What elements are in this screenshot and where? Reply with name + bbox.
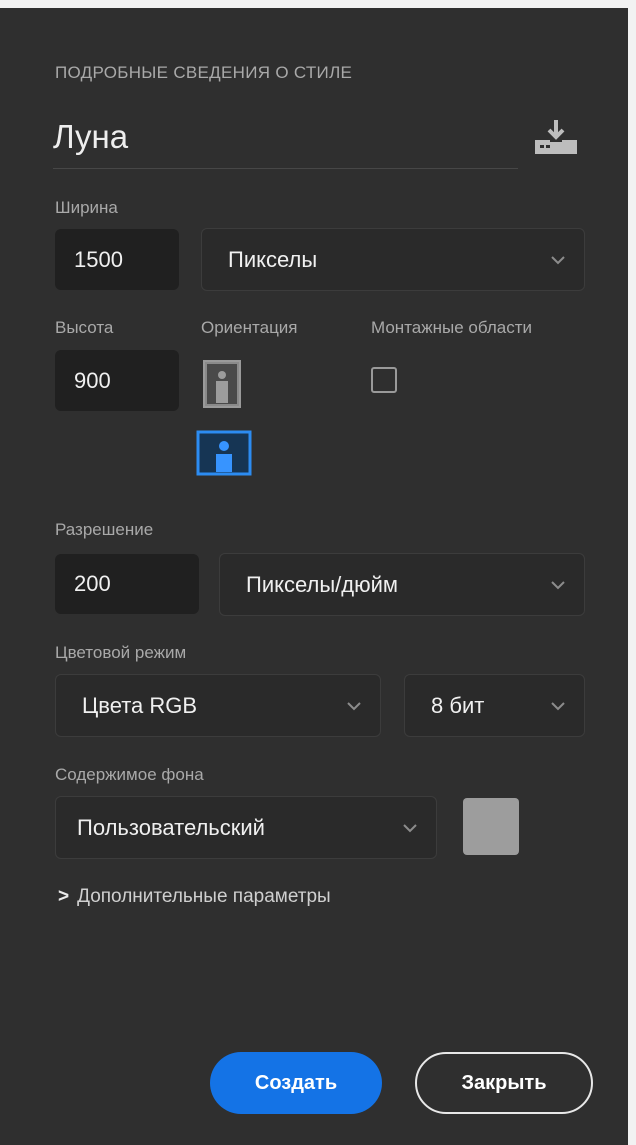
artboards-label: Монтажные области (371, 318, 532, 337)
color-mode-select[interactable]: Цвета RGB (55, 674, 381, 737)
chevron-down-icon (551, 255, 565, 264)
resolution-unit-select[interactable]: Пикселы/дюйм (219, 553, 585, 616)
chevron-down-icon (403, 823, 417, 832)
artboards-checkbox[interactable] (371, 367, 397, 393)
save-preset-icon[interactable] (532, 118, 580, 156)
advanced-options-toggle[interactable]: > Дополнительные параметры (58, 886, 331, 908)
width-label: Ширина (55, 198, 118, 217)
orientation-label: Ориентация (201, 318, 298, 337)
create-button[interactable]: Создать (210, 1052, 382, 1114)
bit-depth-select[interactable]: 8 бит (404, 674, 585, 737)
background-contents-select[interactable]: Пользовательский (55, 796, 437, 859)
landscape-icon[interactable] (196, 430, 252, 476)
chevron-right-icon: > (58, 886, 70, 907)
background-contents-value: Пользовательский (77, 814, 265, 840)
resolution-input[interactable]: 200 (55, 554, 199, 614)
width-unit-select[interactable]: Пикселы (201, 228, 585, 291)
document-name-underline (53, 168, 518, 169)
resolution-label: Разрешение (55, 520, 154, 539)
chevron-down-icon (347, 701, 361, 710)
background-color-swatch[interactable] (463, 798, 519, 855)
top-edge (0, 0, 628, 8)
advanced-options-label: Дополнительные параметры (77, 886, 331, 907)
color-mode-label: Цветовой режим (55, 643, 187, 662)
height-label: Высота (55, 318, 114, 337)
color-mode-value: Цвета RGB (82, 692, 198, 718)
chevron-down-icon (551, 580, 565, 589)
right-edge (628, 0, 636, 1145)
chevron-down-icon (551, 701, 565, 710)
resolution-unit-value: Пикселы/дюйм (246, 571, 398, 597)
document-name-input[interactable]: Луна (53, 118, 128, 156)
width-unit-value: Пикселы (228, 246, 318, 272)
background-contents-label: Содержимое фона (55, 765, 204, 784)
bit-depth-value: 8 бит (431, 692, 485, 718)
width-input[interactable]: 1500 (55, 229, 179, 290)
close-button[interactable]: Закрыть (415, 1052, 593, 1114)
height-input[interactable]: 900 (55, 350, 179, 411)
section-title: ПОДРОБНЫЕ СВЕДЕНИЯ О СТИЛЕ (55, 63, 353, 82)
portrait-icon[interactable] (201, 359, 243, 409)
